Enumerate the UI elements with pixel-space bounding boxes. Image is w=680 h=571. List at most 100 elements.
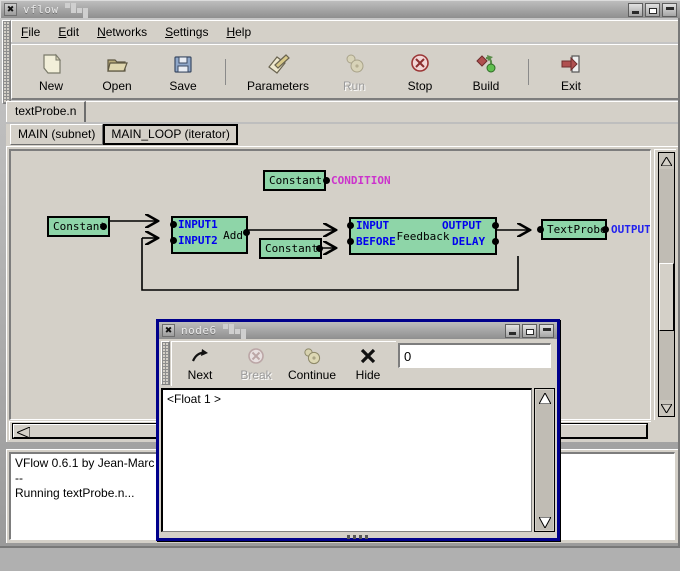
file-tab-bar: textProbe.n bbox=[6, 101, 678, 123]
port-textprobe-in[interactable] bbox=[537, 226, 544, 233]
port-add-input1[interactable] bbox=[170, 221, 177, 228]
close-button[interactable] bbox=[662, 2, 677, 17]
port-feedback-output[interactable] bbox=[492, 222, 499, 229]
port-label-feedback-output: OUTPUT bbox=[442, 219, 482, 232]
node6-body: <Float 1 > bbox=[161, 388, 555, 534]
port-constant-input-out[interactable] bbox=[100, 223, 107, 230]
node6-button-continue[interactable]: Continue bbox=[284, 343, 340, 386]
window-controls bbox=[628, 2, 677, 17]
menu-help[interactable]: Help bbox=[217, 23, 260, 41]
tab-main-loop-iterator[interactable]: MAIN_LOOP (iterator) bbox=[103, 124, 238, 145]
floppy-disk-icon bbox=[174, 55, 192, 73]
parameters-icon bbox=[268, 53, 290, 74]
node-textprobe[interactable]: TextProbe bbox=[541, 219, 607, 240]
canvas-vscroll-track[interactable] bbox=[658, 152, 675, 417]
toolbar-label-open: Open bbox=[102, 78, 132, 93]
toolbar-button-save[interactable]: Save bbox=[150, 47, 216, 97]
build-icon bbox=[476, 54, 496, 72]
toolbar-button-exit[interactable]: Exit bbox=[538, 47, 604, 97]
toolbar-button-build[interactable]: Build bbox=[453, 47, 519, 97]
port-feedback-input[interactable] bbox=[347, 222, 354, 229]
menu-networks-label: etworks bbox=[105, 24, 148, 39]
toolbar-button-new[interactable]: New bbox=[18, 47, 84, 97]
node6-window-menu-icon[interactable]: ✖ bbox=[162, 324, 175, 337]
toolbar-button-run[interactable]: Run bbox=[321, 47, 387, 97]
menu-settings[interactable]: Settings bbox=[156, 23, 217, 41]
next-arrow-icon bbox=[191, 348, 208, 361]
node6-output-text[interactable]: <Float 1 > bbox=[161, 388, 532, 532]
new-document-icon bbox=[43, 53, 62, 74]
close-icon bbox=[665, 6, 674, 10]
minimize-button[interactable] bbox=[628, 2, 643, 17]
toolbar-button-open[interactable]: Open bbox=[84, 47, 150, 97]
toolbar-label-new: New bbox=[38, 78, 63, 93]
menu-settings-label: ettings bbox=[173, 24, 209, 39]
node6-button-hide[interactable]: Hide bbox=[340, 343, 396, 386]
node-constant-condition[interactable]: Constant bbox=[263, 170, 326, 191]
node6-label-break: Break bbox=[240, 367, 272, 382]
node6-titlebar[interactable]: ✖ node6 bbox=[159, 322, 557, 339]
scroll-down-arrow-icon[interactable] bbox=[659, 400, 674, 416]
stop-circle-icon bbox=[411, 53, 429, 72]
node6-vscroll-track[interactable] bbox=[536, 390, 553, 530]
window-title: vflow bbox=[23, 3, 59, 16]
node6-value-input[interactable] bbox=[398, 343, 551, 368]
port-feedback-before[interactable] bbox=[347, 238, 354, 245]
toolbar-button-stop[interactable]: Stop bbox=[387, 47, 453, 97]
node6-dialog: ✖ node6 Next Break Continue Hide 0 <Floa… bbox=[156, 319, 560, 541]
node6-resize-grip[interactable] bbox=[347, 535, 369, 539]
tab-main-subnet[interactable]: MAIN (subnet) bbox=[10, 124, 104, 145]
node6-button-break[interactable]: Break bbox=[228, 343, 284, 386]
toolbar-label-parameters: Parameters bbox=[246, 78, 310, 93]
scroll-up-arrow-icon[interactable] bbox=[659, 153, 674, 169]
node6-toolbar-grip-handle[interactable] bbox=[161, 341, 170, 385]
port-add-output[interactable] bbox=[243, 229, 250, 236]
menu-edit-label: dit bbox=[66, 24, 80, 39]
toolbar-label-build: Build bbox=[472, 78, 500, 93]
network-tab-bar: MAIN (subnet) MAIN_LOOP (iterator) bbox=[6, 124, 678, 146]
maximize-icon bbox=[525, 328, 534, 335]
port-constant-condition-out[interactable] bbox=[323, 177, 330, 184]
toolbar-label-exit: Exit bbox=[560, 78, 581, 93]
node6-scroll-down-arrow-icon[interactable] bbox=[537, 514, 552, 530]
port-textprobe-out[interactable] bbox=[602, 226, 609, 233]
external-label-condition: CONDITION bbox=[331, 174, 391, 187]
canvas-vertical-scrollbar[interactable] bbox=[654, 149, 676, 420]
desktop-background bbox=[0, 548, 680, 571]
main-toolbar: New Open Save Parameters Run Stop Build … bbox=[11, 44, 678, 100]
node6-title: node6 bbox=[181, 324, 217, 337]
window-menu-icon[interactable]: ✖ bbox=[4, 3, 17, 16]
node6-titlebar-checker-decoration bbox=[218, 322, 265, 339]
node6-button-next[interactable]: Next bbox=[172, 343, 228, 386]
maximize-button[interactable] bbox=[645, 2, 660, 17]
port-label-feedback-input: INPUT bbox=[356, 219, 390, 232]
port-constant-before-out[interactable] bbox=[316, 245, 323, 252]
menu-file[interactable]: File bbox=[12, 23, 49, 41]
port-feedback-delay[interactable] bbox=[492, 238, 499, 245]
port-label-add-input1: INPUT1 bbox=[178, 218, 218, 231]
node-add-title: Add bbox=[223, 228, 243, 242]
node6-maximize-button[interactable] bbox=[522, 323, 537, 338]
node6-input-area bbox=[398, 342, 553, 386]
menu-networks[interactable]: Networks bbox=[88, 23, 156, 41]
toolbar-button-parameters[interactable]: Parameters bbox=[235, 47, 321, 97]
node6-close-button[interactable] bbox=[539, 323, 554, 338]
node-constant-before-title: Constant bbox=[265, 242, 318, 255]
node6-scroll-up-arrow-icon[interactable] bbox=[537, 390, 552, 406]
node6-vertical-scrollbar[interactable] bbox=[534, 388, 555, 532]
toolbar-label-save: Save bbox=[169, 78, 197, 93]
port-add-input2[interactable] bbox=[170, 237, 177, 244]
node6-toolbar: Next Break Continue Hide bbox=[171, 341, 396, 386]
node6-minimize-button[interactable] bbox=[505, 323, 520, 338]
node6-label-hide: Hide bbox=[355, 367, 381, 382]
file-tab-textprobe[interactable]: textProbe.n bbox=[6, 101, 87, 122]
titlebar-checker-decoration bbox=[60, 1, 107, 18]
main-window-titlebar[interactable]: ✖ vflow bbox=[0, 0, 680, 18]
node6-window-controls bbox=[505, 323, 554, 338]
tab-main-subnet-label: MAIN (subnet) bbox=[18, 127, 96, 141]
node-constant-before[interactable]: Constant bbox=[259, 238, 322, 259]
menu-edit[interactable]: Edit bbox=[49, 23, 88, 41]
canvas-vscroll-thumb[interactable] bbox=[659, 263, 674, 331]
toolbar-grip-handle[interactable] bbox=[2, 20, 11, 104]
scroll-left-arrow-icon[interactable] bbox=[14, 425, 32, 439]
